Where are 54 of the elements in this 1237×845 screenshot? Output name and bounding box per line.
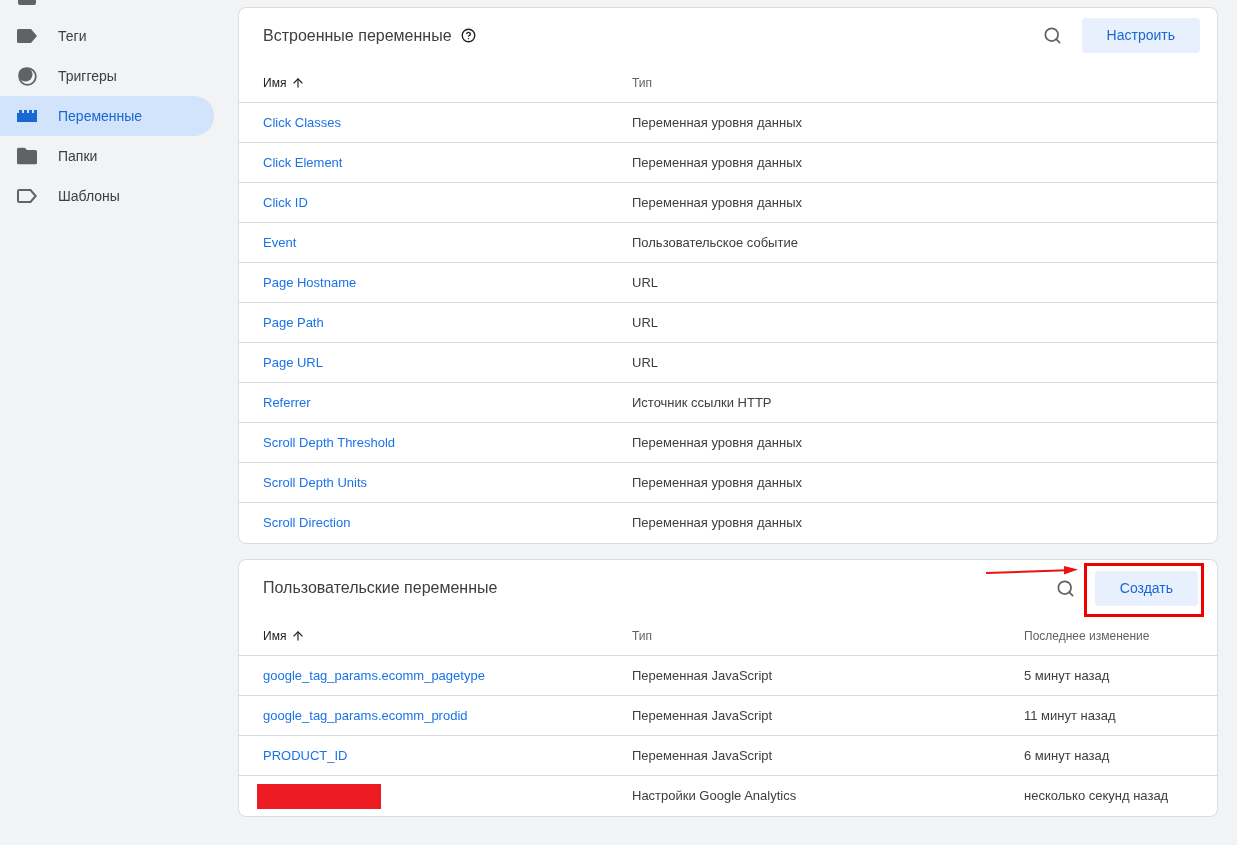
type-cell-text: Переменная JavaScript: [632, 746, 774, 765]
variable-name-link[interactable]: PRODUCT_ID: [263, 745, 348, 766]
variable-name-link[interactable]: Page URL: [263, 352, 323, 373]
variable-name-link[interactable]: Page Path: [263, 312, 324, 333]
type-cell-text: URL: [632, 353, 659, 372]
section-title: Пользовательские переменные: [263, 578, 498, 598]
sidebar-item[interactable]: Триггеры: [0, 56, 214, 96]
sidebar-item[interactable]: Шаблоны: [0, 176, 214, 216]
modified-cell-text: несколько секунд назад: [1024, 787, 1170, 806]
type-cell-text: Настройки Google Analytics: [632, 787, 798, 806]
type-cell-text: Пользовательское событие: [632, 233, 799, 252]
variable-name-link[interactable]: Scroll Direction: [263, 513, 351, 533]
search-icon[interactable]: [1055, 578, 1075, 598]
sidebar-item[interactable]: Переменные: [0, 96, 214, 136]
column-header[interactable]: Имя: [263, 73, 287, 92]
type-cell-text: Переменная уровня данных: [632, 113, 803, 132]
type-cell-text: Переменная уровня данных: [632, 473, 803, 492]
tag-icon: [17, 26, 37, 46]
column-header[interactable]: Имя: [263, 626, 287, 645]
overlapping-circles-icon: [17, 66, 37, 86]
modified-cell-text: 6 минут назад: [1024, 746, 1111, 765]
folder-icon: [17, 146, 37, 166]
variable-name-link[interactable]: Event: [263, 232, 297, 253]
sidebar-item[interactable]: Теги: [0, 16, 214, 56]
variable-name-link[interactable]: Scroll Depth Threshold: [263, 432, 395, 453]
type-cell-text: Переменная уровня данных: [632, 514, 803, 533]
type-cell-text: Переменная уровня данных: [632, 193, 803, 212]
type-cell-text: Переменная JavaScript: [632, 666, 774, 685]
column-header[interactable]: Тип: [632, 626, 652, 645]
variable-name-link[interactable]: Click Element: [263, 152, 343, 173]
sidebar-item[interactable]: Папки: [0, 136, 214, 176]
primary-button[interactable]: Настроить: [1081, 18, 1200, 53]
type-cell-text: URL: [632, 313, 659, 332]
type-cell-text: Переменная уровня данных: [632, 433, 803, 452]
section-title: Встроенные переменные: [263, 25, 452, 46]
type-cell-text: Переменная JavaScript: [632, 706, 774, 725]
primary-button[interactable]: Создать: [1094, 570, 1198, 606]
modified-cell-text: 5 минут назад: [1024, 666, 1111, 685]
variable-name-link[interactable]: Referrer: [263, 392, 311, 413]
variable-name-link[interactable]: Click ID: [263, 192, 308, 213]
search-icon[interactable]: [1042, 26, 1062, 45]
variable-name-link[interactable]: Scroll Depth Units: [263, 472, 368, 493]
variable-name-link[interactable]: Page Hostname: [263, 272, 357, 293]
type-cell-text: URL: [632, 273, 659, 292]
tag-outline-icon: [17, 186, 37, 206]
variable-name-link[interactable]: google_tag_params.ecomm_prodid: [263, 705, 468, 726]
column-header[interactable]: Последнее изменение: [1024, 626, 1150, 645]
column-header[interactable]: Тип: [632, 73, 652, 92]
variable-name-link[interactable]: google_tag_params.ecomm_pagetype: [263, 665, 485, 686]
type-cell-text: Источник ссылки HTTP: [632, 393, 773, 412]
help-icon[interactable]: [460, 28, 476, 43]
variable-name-link[interactable]: Click Classes: [263, 112, 341, 133]
type-cell-text: Переменная уровня данных: [632, 153, 803, 172]
modified-cell-text: 11 минут назад: [1024, 706, 1117, 725]
